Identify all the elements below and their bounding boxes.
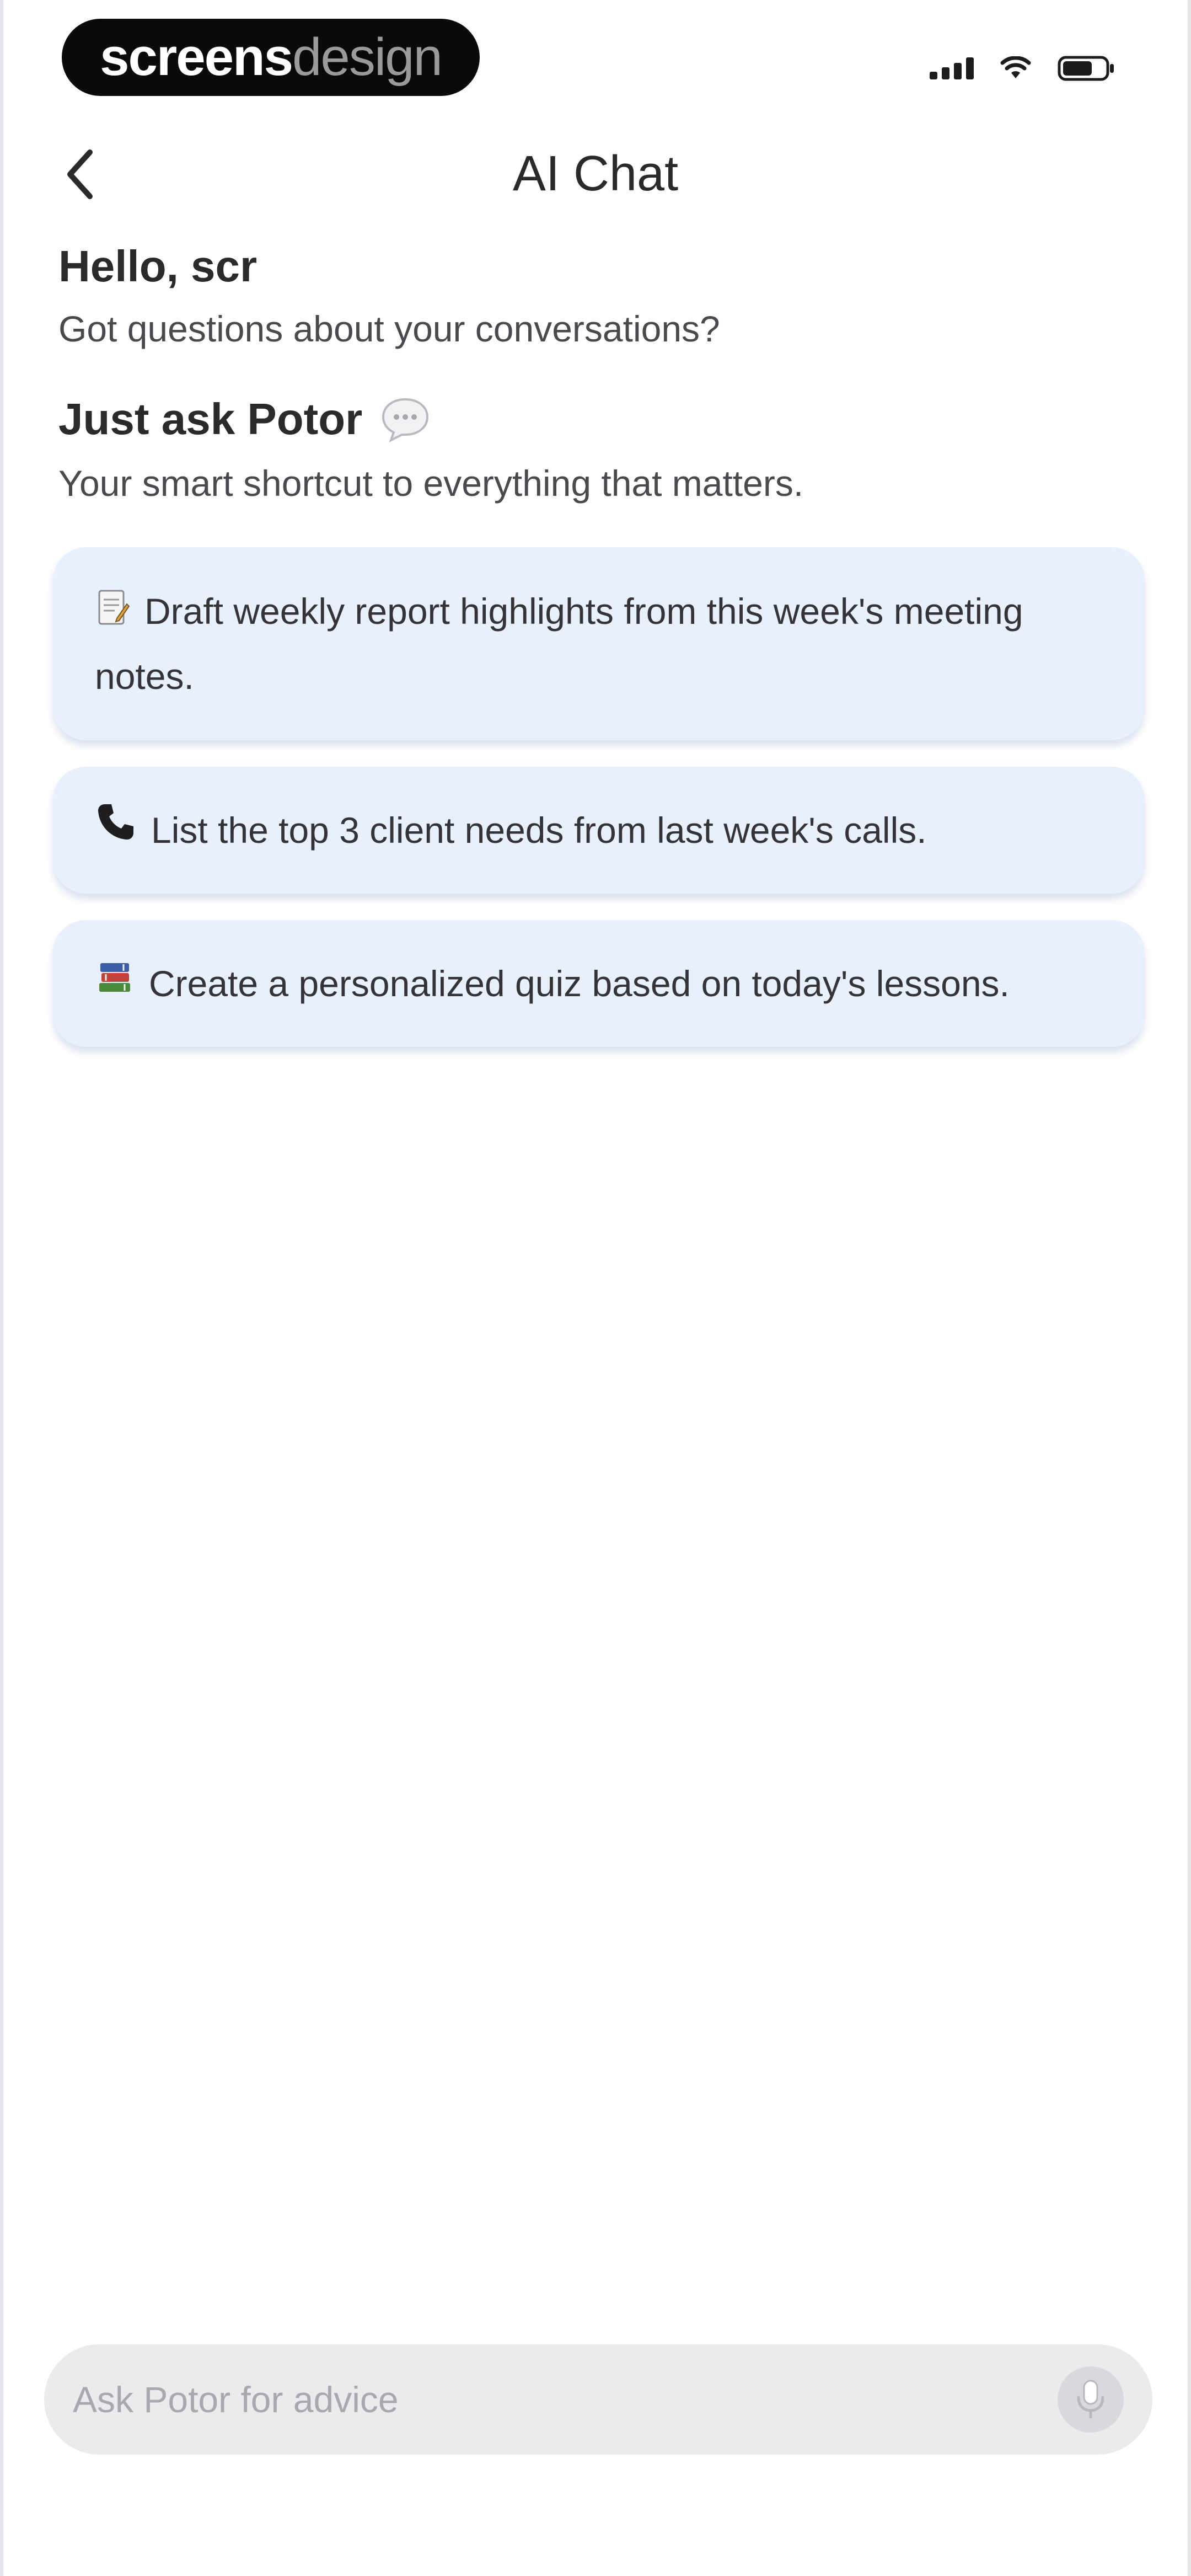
brand-name-light: design [292, 28, 443, 87]
message-composer [44, 2344, 1152, 2455]
speech-bubble-icon [379, 396, 432, 442]
brand-badge: screensdesign [62, 19, 480, 96]
suggestion-card-client-needs[interactable]: List the top 3 client needs from last we… [53, 767, 1145, 894]
ask-assistant-label: Just ask Potor [58, 394, 363, 443]
books-icon [95, 953, 135, 1014]
wifi-icon [1000, 56, 1031, 81]
ask-assistant-heading: Just ask Potor [58, 386, 432, 452]
suggestion-text: Create a personalized quiz based on toda… [149, 963, 1010, 1004]
status-icons [930, 49, 1115, 88]
suggestion-card-personalized-quiz[interactable]: Create a personalized quiz based on toda… [53, 920, 1145, 1047]
suggestion-card-weekly-report[interactable]: Draft weekly report highlights from this… [53, 547, 1145, 740]
suggestion-text: Draft weekly report highlights from this… [95, 591, 1023, 697]
greeting-heading: Hello, scr [58, 242, 257, 291]
page-title: AI Chat [512, 146, 679, 201]
greeting-subtitle: Got questions about your conversations? [58, 308, 720, 349]
microphone-icon [1077, 2380, 1104, 2419]
suggestion-text: List the top 3 client needs from last we… [151, 810, 927, 851]
voice-input-button[interactable] [1058, 2366, 1124, 2433]
message-input[interactable] [72, 2378, 1058, 2421]
assistant-tagline: Your smart shortcut to everything that m… [58, 463, 804, 504]
telephone-icon [95, 799, 137, 861]
suggestion-list: Draft weekly report highlights from this… [53, 547, 1145, 1047]
cellular-signal-icon [930, 57, 974, 79]
brand-name-strong: screens [100, 28, 293, 87]
memo-icon [95, 584, 130, 645]
battery-icon [1058, 55, 1115, 82]
ai-chat-screen: screensdesign AI Chat Hello, scr Got que… [0, 0, 1191, 2576]
top-app-bar: AI Chat [3, 132, 1188, 215]
